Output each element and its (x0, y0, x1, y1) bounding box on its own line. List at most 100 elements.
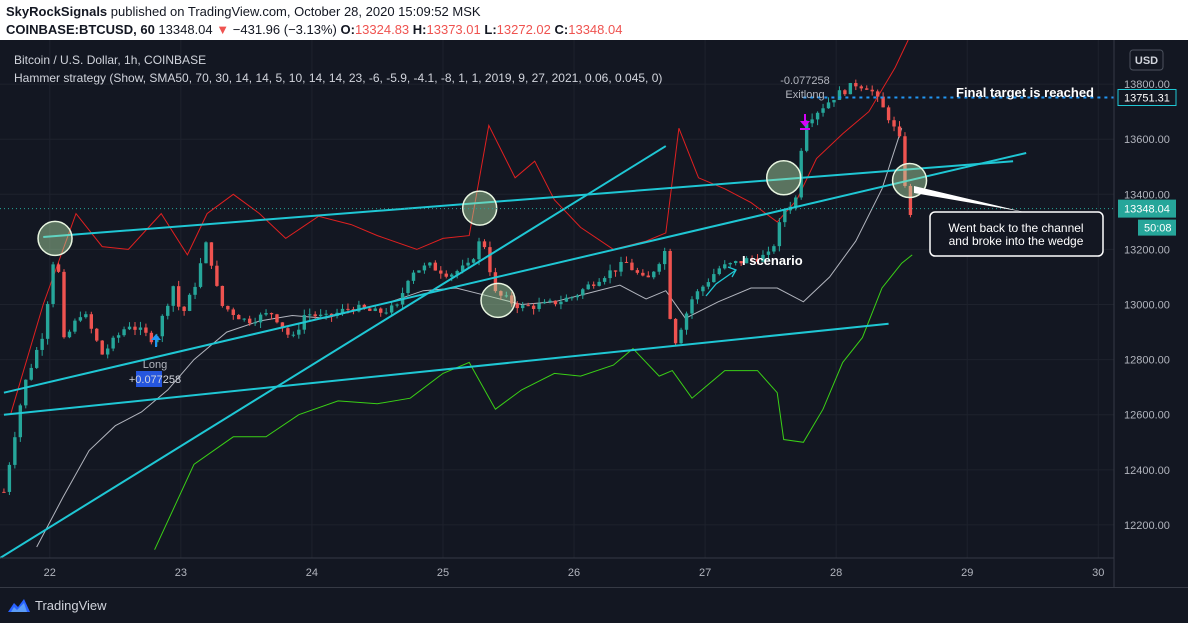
trendline (0, 145, 667, 559)
candle-body (586, 284, 590, 290)
candle-body (286, 328, 290, 335)
last-price: 13348.04 (158, 22, 213, 37)
candle-body (570, 297, 574, 299)
candle-body (433, 262, 438, 271)
candle-body (318, 314, 323, 317)
candle-body (865, 88, 869, 90)
candle-body (138, 327, 143, 330)
candle-body (733, 261, 738, 264)
candle-body (95, 328, 99, 341)
highlight-circle (480, 282, 516, 319)
publish-header: SkyRockSignals published on TradingView.… (0, 0, 1188, 40)
candle-body (34, 349, 39, 368)
tradingview-brand[interactable]: TradingView (8, 596, 107, 614)
candle-body (450, 274, 454, 277)
candle-body (406, 280, 410, 294)
highlight-circle (37, 220, 73, 257)
candle-body (308, 314, 312, 316)
candle-body (297, 329, 301, 335)
candle-body (695, 291, 700, 300)
callout-line-1: Went back to the channel (948, 221, 1083, 235)
candle-body (608, 270, 612, 279)
candle-body (471, 259, 476, 263)
candle-body (712, 274, 716, 283)
candle-body (810, 119, 814, 124)
candle-body (89, 314, 94, 329)
y-tick-label: 13000.00 (1124, 300, 1170, 312)
candle-body (56, 264, 61, 272)
candle-body (182, 306, 186, 311)
x-tick-label: 27 (699, 567, 711, 579)
low-value: 13272.02 (496, 22, 551, 37)
candle-body (679, 329, 683, 344)
candle-body (187, 294, 192, 311)
candle-body (581, 289, 585, 296)
highlight-circle (461, 190, 498, 226)
publisher-line: SkyRockSignals published on TradingView.… (6, 4, 481, 19)
y-tick-label: 12600.00 (1124, 410, 1170, 422)
close-value: 13348.04 (568, 22, 623, 37)
candle-body (204, 242, 208, 264)
candle-body (521, 305, 525, 309)
candle-body (673, 318, 678, 344)
candle-body (122, 329, 126, 336)
x-tick-label: 26 (568, 567, 580, 579)
quote-line: COINBASE:BTCUSD, 60 13348.04 ▼ −431.96 (… (6, 22, 622, 37)
candle-body (116, 335, 121, 338)
overlay-group: Final target is reached I scenario Went … (0, 53, 1114, 387)
x-tick-label: 30 (1092, 567, 1104, 579)
candle-body (127, 326, 132, 330)
symbol-label: COINBASE:BTCUSD, 60 (6, 22, 155, 37)
candle-body (526, 305, 530, 307)
low-label: L: (484, 22, 497, 37)
candle-body (886, 107, 891, 121)
candle-body (815, 112, 820, 120)
candle-body (662, 250, 667, 265)
brand-label: TradingView (35, 597, 107, 613)
grid-lines (0, 40, 1114, 558)
candle-body (482, 241, 487, 248)
candle-body (668, 250, 672, 319)
x-tick-label: 28 (830, 567, 842, 579)
candle-body (439, 270, 443, 274)
candle-body (269, 313, 274, 315)
candle-body (875, 91, 880, 97)
candle-body (892, 120, 896, 127)
candle-body (832, 99, 836, 103)
candle-body (78, 317, 83, 321)
axes-group: 12200.00 12400.00 12600.00 12800.00 13000.00… (0, 40, 1177, 587)
candle-body (379, 308, 383, 313)
candle-body (160, 315, 164, 337)
author-name[interactable]: SkyRockSignals (6, 4, 107, 19)
candle-body (794, 197, 798, 207)
candle-body (193, 286, 197, 295)
candle-body (804, 123, 809, 151)
candle-body (854, 83, 858, 87)
candle-body (701, 286, 705, 292)
trendline (43, 160, 1014, 239)
price-axis[interactable]: 12200.00 12400.00 12600.00 12800.00 13000.00… (1124, 79, 1170, 532)
candle-body (624, 261, 629, 263)
candle-body (657, 264, 661, 272)
candle-body (783, 210, 787, 223)
candle-body (209, 242, 214, 266)
footer-bar: TradingView (0, 587, 1188, 623)
candle-body (477, 241, 481, 260)
candle-body (18, 405, 23, 438)
candle-body (275, 314, 279, 323)
candle-body (537, 303, 541, 309)
candle-body (635, 270, 640, 273)
candle-body (67, 331, 72, 338)
candle-body (226, 305, 230, 310)
tradingview-logo-icon (8, 599, 30, 612)
price-chart[interactable]: Final target is reached I scenario Went … (0, 40, 1188, 587)
candle-body (215, 265, 219, 286)
candle-body (346, 308, 350, 310)
candle-body (690, 299, 694, 314)
candle-body (717, 268, 721, 275)
candle-body (100, 340, 104, 355)
chart-legend-title: Bitcoin / U.S. Dollar, 1h, COINBASE (14, 53, 206, 67)
candle-body (264, 313, 268, 315)
time-axis[interactable]: 22 23 24 25 26 27 28 29 30 (44, 567, 1105, 579)
candle-body (111, 337, 115, 349)
